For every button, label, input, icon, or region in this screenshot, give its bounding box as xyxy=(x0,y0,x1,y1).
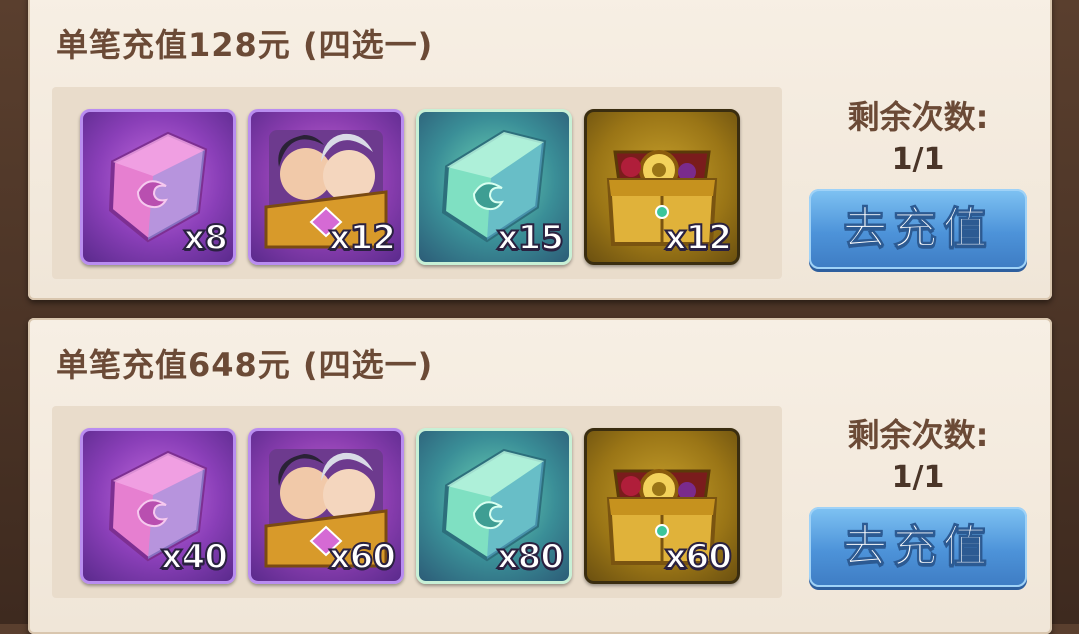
hero-chest-item[interactable]: x12 xyxy=(248,109,404,265)
remaining-label: 剩余次数: xyxy=(847,416,989,454)
item-quantity: x12 xyxy=(664,217,733,259)
remaining-label: 剩余次数: xyxy=(847,98,989,136)
item-quantity: x80 xyxy=(496,536,565,578)
offer-title: 单笔充值128元 (四选一) xyxy=(56,26,434,64)
item-quantity: x15 xyxy=(496,217,565,259)
purchase-panel: 剩余次数: 1/1 去充值 xyxy=(798,410,1038,587)
item-quantity: x40 xyxy=(160,536,229,578)
recharge-button[interactable]: 去充值 xyxy=(809,189,1027,269)
offer-card-128: 单笔充值128元 (四选一) x8 x12 x15 x12 剩余次数: 1/1 … xyxy=(28,0,1052,300)
offer-card-648: 单笔充值648元 (四选一) x40 x60 x80 x60 剩余次数: 1/1… xyxy=(28,318,1052,634)
reward-items-panel: x40 x60 x80 x60 xyxy=(52,406,782,598)
remaining-count: 1/1 xyxy=(891,460,945,495)
green-crystal-item[interactable]: x80 xyxy=(416,428,572,584)
green-crystal-item[interactable]: x15 xyxy=(416,109,572,265)
treasure-chest-item[interactable]: x60 xyxy=(584,428,740,584)
item-quantity: x60 xyxy=(328,536,397,578)
purple-crystal-item[interactable]: x40 xyxy=(80,428,236,584)
item-quantity: x12 xyxy=(328,217,397,259)
item-quantity: x8 xyxy=(182,217,229,259)
remaining-count: 1/1 xyxy=(891,142,945,177)
recharge-button[interactable]: 去充值 xyxy=(809,507,1027,587)
treasure-chest-item[interactable]: x12 xyxy=(584,109,740,265)
hero-chest-item[interactable]: x60 xyxy=(248,428,404,584)
purchase-panel: 剩余次数: 1/1 去充值 xyxy=(798,92,1038,269)
reward-items-panel: x8 x12 x15 x12 xyxy=(52,87,782,279)
item-quantity: x60 xyxy=(664,536,733,578)
purple-crystal-item[interactable]: x8 xyxy=(80,109,236,265)
offer-title: 单笔充值648元 (四选一) xyxy=(56,346,434,384)
